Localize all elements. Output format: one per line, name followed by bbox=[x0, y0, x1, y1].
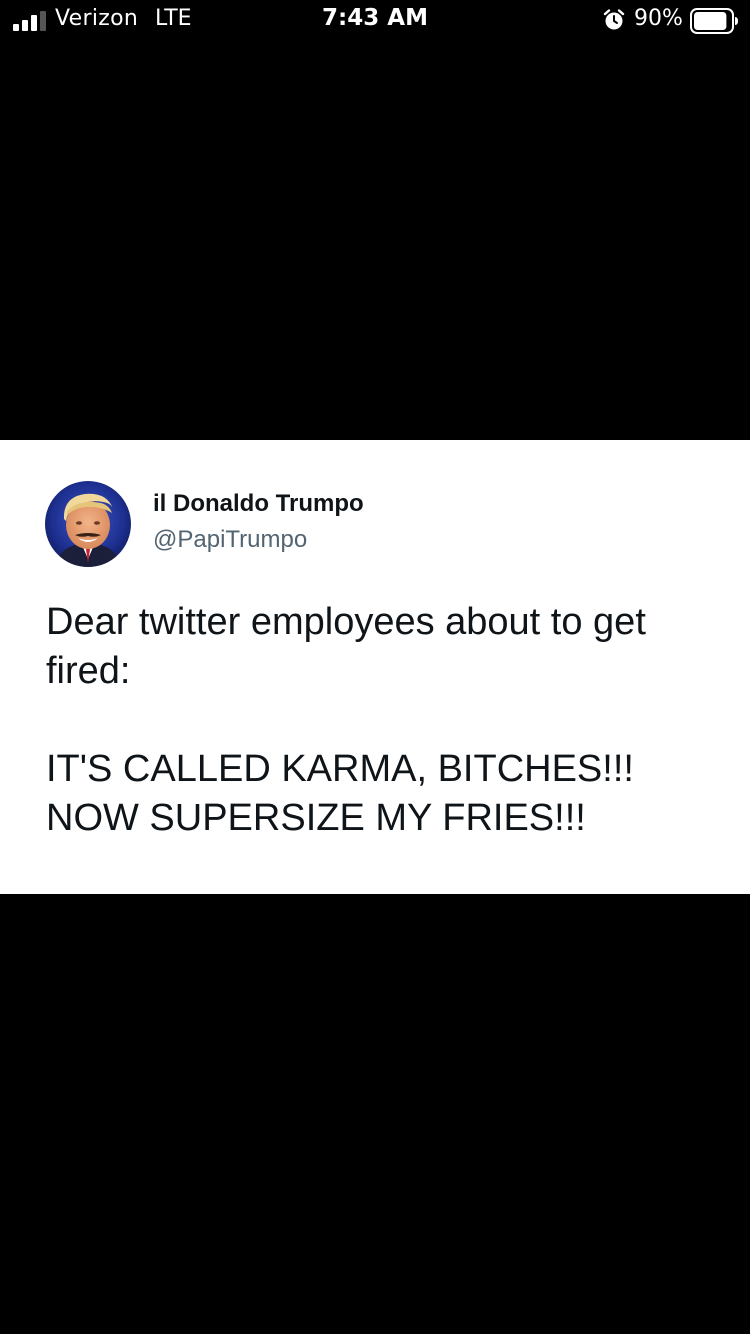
battery-percentage: 90% bbox=[634, 6, 683, 31]
author-handle[interactable]: @PapiTrumpo bbox=[153, 526, 307, 554]
tweet-text: Dear twitter employees about to get fire… bbox=[46, 598, 726, 843]
status-bar: Verizon LTE 7:43 AM 90% bbox=[0, 0, 750, 40]
tweet-line: IT'S CALLED KARMA, BITCHES!!! bbox=[46, 748, 634, 790]
phone-screen: Verizon LTE 7:43 AM 90% il Donaldo Trump… bbox=[0, 0, 750, 1334]
tweet-card: il Donaldo Trumpo @PapiTrumpo Dear twitt… bbox=[0, 440, 750, 894]
tweet-line: Dear twitter employees about to get bbox=[46, 601, 646, 643]
alarm-clock-icon bbox=[603, 9, 625, 30]
author-display-name[interactable]: il Donaldo Trumpo bbox=[153, 490, 364, 518]
avatar-image bbox=[45, 481, 131, 567]
profile-avatar[interactable] bbox=[45, 481, 131, 567]
battery-icon bbox=[690, 8, 738, 34]
tweet-line: NOW SUPERSIZE MY FRIES!!! bbox=[46, 797, 586, 839]
tweet-line: fired: bbox=[46, 650, 131, 692]
